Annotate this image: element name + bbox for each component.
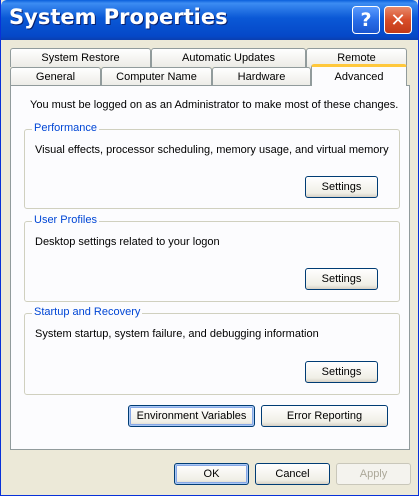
help-button[interactable]: ? bbox=[352, 6, 380, 34]
error-reporting-button[interactable]: Error Reporting bbox=[261, 405, 388, 427]
tab-advanced[interactable]: Advanced bbox=[311, 64, 407, 86]
advanced-tab-panel: You must be logged on as an Administrato… bbox=[10, 85, 410, 450]
tab-automatic-updates[interactable]: Automatic Updates bbox=[151, 48, 306, 67]
tab-general[interactable]: General bbox=[10, 67, 101, 86]
tab-computer-name[interactable]: Computer Name bbox=[101, 67, 212, 86]
close-button[interactable]: ✕ bbox=[384, 6, 412, 34]
help-icon: ? bbox=[360, 9, 372, 31]
user-profiles-description: Desktop settings related to your logon bbox=[35, 236, 220, 248]
window-title: System Properties bbox=[9, 5, 228, 29]
performance-group-title: Performance bbox=[32, 122, 99, 134]
startup-recovery-group-title: Startup and Recovery bbox=[32, 306, 143, 318]
performance-description: Visual effects, processor scheduling, me… bbox=[35, 144, 389, 156]
startup-recovery-settings-button[interactable]: Settings bbox=[305, 361, 378, 383]
admin-info-text: You must be logged on as an Administrato… bbox=[30, 99, 399, 111]
ok-button[interactable]: OK bbox=[174, 463, 249, 485]
apply-button[interactable]: Apply bbox=[336, 463, 411, 485]
user-profiles-group-title: User Profiles bbox=[32, 214, 99, 226]
startup-recovery-description: System startup, system failure, and debu… bbox=[35, 328, 319, 340]
tab-system-restore[interactable]: System Restore bbox=[10, 48, 151, 67]
close-icon: ✕ bbox=[390, 9, 406, 31]
user-profiles-settings-button[interactable]: Settings bbox=[305, 268, 378, 290]
tab-hardware[interactable]: Hardware bbox=[212, 67, 311, 86]
environment-variables-button[interactable]: Environment Variables bbox=[128, 405, 255, 427]
user-profiles-group: User Profiles Desktop settings related t… bbox=[24, 214, 400, 302]
performance-settings-button[interactable]: Settings bbox=[305, 176, 378, 198]
title-bar[interactable]: System Properties ? ✕ bbox=[1, 0, 418, 40]
performance-group: Performance Visual effects, processor sc… bbox=[24, 122, 400, 209]
cancel-button[interactable]: Cancel bbox=[255, 463, 330, 485]
system-properties-window: System Properties ? ✕ System Restore Aut… bbox=[0, 0, 419, 496]
startup-recovery-group: Startup and Recovery System startup, sys… bbox=[24, 306, 400, 395]
